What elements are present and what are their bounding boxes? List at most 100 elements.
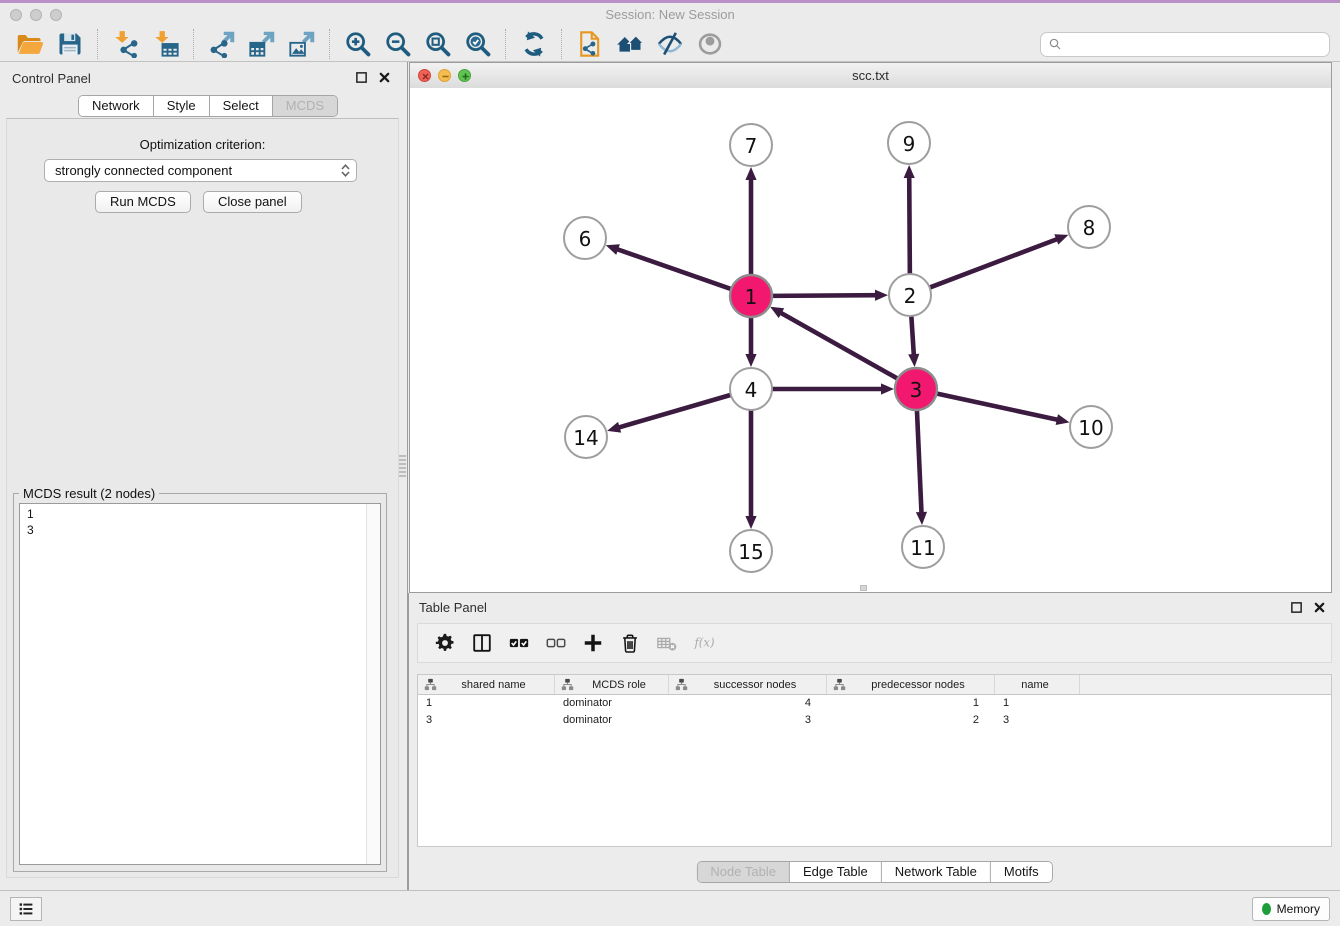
show-columns-button[interactable] — [465, 627, 499, 659]
graph-node-11[interactable]: 11 — [902, 526, 944, 568]
function-builder-icon: f(x) — [693, 631, 715, 655]
graph-edge-3-11[interactable] — [916, 410, 927, 525]
table-tab-network-table[interactable]: Network Table — [882, 862, 991, 882]
graph-node-15[interactable]: 15 — [730, 530, 772, 572]
graph-node-2[interactable]: 2 — [889, 274, 931, 316]
minimize-traffic-light-icon[interactable] — [30, 9, 42, 21]
search-box[interactable] — [1040, 32, 1330, 57]
graph-edge-1-7[interactable] — [745, 167, 756, 275]
graph-node-9[interactable]: 9 — [888, 122, 930, 164]
memory-button[interactable]: Memory — [1252, 897, 1330, 921]
save-icon — [56, 30, 84, 58]
graph-node-8[interactable]: 8 — [1068, 206, 1110, 248]
graph-edge-2-9[interactable] — [904, 165, 915, 274]
zoom-selected-button[interactable] — [458, 28, 498, 60]
toggle-graphics-details-button[interactable] — [690, 28, 730, 60]
mcds-result-title: MCDS result (2 nodes) — [19, 486, 159, 501]
column-header-shared-name[interactable]: shared name — [418, 675, 555, 694]
tab-select[interactable]: Select — [210, 96, 273, 116]
column-type-icon — [833, 678, 846, 691]
column-header-predecessor-nodes[interactable]: predecessor nodes — [827, 675, 995, 694]
graph-node-10[interactable]: 10 — [1070, 406, 1112, 448]
export-network-button[interactable] — [202, 28, 242, 60]
hide-graphics-icon — [656, 30, 684, 58]
graph-node-1[interactable]: 1 — [730, 275, 772, 317]
close-table-panel-icon[interactable] — [1313, 601, 1326, 614]
zoom-fit-button[interactable] — [418, 28, 458, 60]
graph-edge-1-4[interactable] — [745, 317, 756, 367]
optimization-criterion-select[interactable]: strongly connected component — [44, 159, 357, 182]
save-button[interactable] — [50, 28, 90, 60]
graph-edge-4-14[interactable] — [607, 395, 731, 433]
table-tab-motifs[interactable]: Motifs — [991, 862, 1052, 882]
export-image-button[interactable] — [282, 28, 322, 60]
graph-edge-1-6[interactable] — [606, 244, 731, 289]
close-traffic-light-icon[interactable] — [10, 9, 22, 21]
memory-status-icon — [1262, 903, 1271, 915]
table-row[interactable]: 3dominator323 — [418, 712, 1331, 729]
panel-splitter-handle[interactable] — [399, 455, 406, 477]
network-canvas[interactable]: 1 2 3 4 6 7 8 9 10 11 14 15 — [410, 88, 1331, 592]
network-window-titlebar[interactable]: scc.txt — [410, 63, 1331, 89]
import-network-button[interactable] — [106, 28, 146, 60]
table-row[interactable]: 1dominator411 — [418, 695, 1331, 712]
select-all-button[interactable] — [502, 627, 536, 659]
frame-minimize-icon[interactable] — [438, 69, 451, 82]
home-button[interactable] — [610, 28, 650, 60]
deselect-all-button[interactable] — [539, 627, 573, 659]
frame-maximize-icon[interactable] — [458, 69, 471, 82]
tab-network[interactable]: Network — [79, 96, 154, 116]
graph-node-3[interactable]: 3 — [895, 368, 937, 410]
graph-node-6[interactable]: 6 — [564, 217, 606, 259]
float-panel-icon[interactable] — [355, 71, 368, 84]
graph-node-7[interactable]: 7 — [730, 124, 772, 166]
graph-edge-3-1[interactable] — [770, 307, 898, 379]
settings-gear-icon — [434, 631, 456, 655]
add-row-button[interactable] — [576, 627, 610, 659]
result-scrollbar[interactable] — [366, 504, 380, 864]
open-folder-button[interactable] — [10, 28, 50, 60]
table-tab-node-table[interactable]: Node Table — [697, 862, 790, 882]
tab-mcds[interactable]: MCDS — [273, 96, 337, 116]
column-header-successor-nodes[interactable]: successor nodes — [669, 675, 827, 694]
zoom-in-button[interactable] — [338, 28, 378, 60]
delete-row-button[interactable] — [613, 627, 647, 659]
zoom-out-button[interactable] — [378, 28, 418, 60]
refresh-button[interactable] — [514, 28, 554, 60]
graph-edge-3-10[interactable] — [937, 393, 1070, 425]
zoom-traffic-light-icon[interactable] — [50, 9, 62, 21]
close-panel-icon[interactable] — [378, 71, 391, 84]
graph-edge-1-2[interactable] — [772, 290, 888, 301]
task-history-button[interactable] — [10, 897, 42, 921]
export-table-button[interactable] — [242, 28, 282, 60]
network-window: scc.txt 1 2 3 4 6 7 8 9 10 11 14 15 — [409, 62, 1332, 593]
column-header-name[interactable]: name — [995, 675, 1080, 694]
mcds-result-text[interactable]: 1 3 — [27, 506, 34, 538]
settings-gear-button[interactable] — [428, 627, 462, 659]
graph-edge-2-3[interactable] — [908, 316, 919, 367]
zoom-out-icon — [384, 30, 412, 58]
hide-graphics-button[interactable] — [650, 28, 690, 60]
import-table-button[interactable] — [146, 28, 186, 60]
frame-close-icon[interactable] — [418, 69, 431, 82]
toolbar-buttons — [10, 27, 730, 61]
column-header-mcds-role[interactable]: MCDS role — [555, 675, 669, 694]
optimization-criterion-value: strongly connected component — [55, 163, 232, 178]
table-panel-title: Table Panel — [419, 600, 487, 615]
float-table-panel-icon[interactable] — [1290, 601, 1303, 614]
graph-edge-4-3[interactable] — [772, 383, 894, 394]
frame-resize-handle[interactable] — [860, 585, 867, 591]
graph-edge-4-15[interactable] — [745, 410, 756, 529]
delete-table-icon — [656, 631, 678, 655]
mcds-result-box: 1 3 — [19, 503, 381, 865]
network-file-button[interactable] — [570, 28, 610, 60]
run-mcds-button[interactable]: Run MCDS — [95, 191, 191, 213]
search-input[interactable] — [1063, 36, 1323, 53]
table-tab-edge-table[interactable]: Edge Table — [790, 862, 882, 882]
tab-style[interactable]: Style — [154, 96, 210, 116]
graph-edge-2-8[interactable] — [930, 234, 1069, 287]
graph-node-14[interactable]: 14 — [565, 416, 607, 458]
node-label: 4 — [745, 378, 758, 402]
close-panel-button[interactable]: Close panel — [203, 191, 302, 213]
graph-node-4[interactable]: 4 — [730, 368, 772, 410]
